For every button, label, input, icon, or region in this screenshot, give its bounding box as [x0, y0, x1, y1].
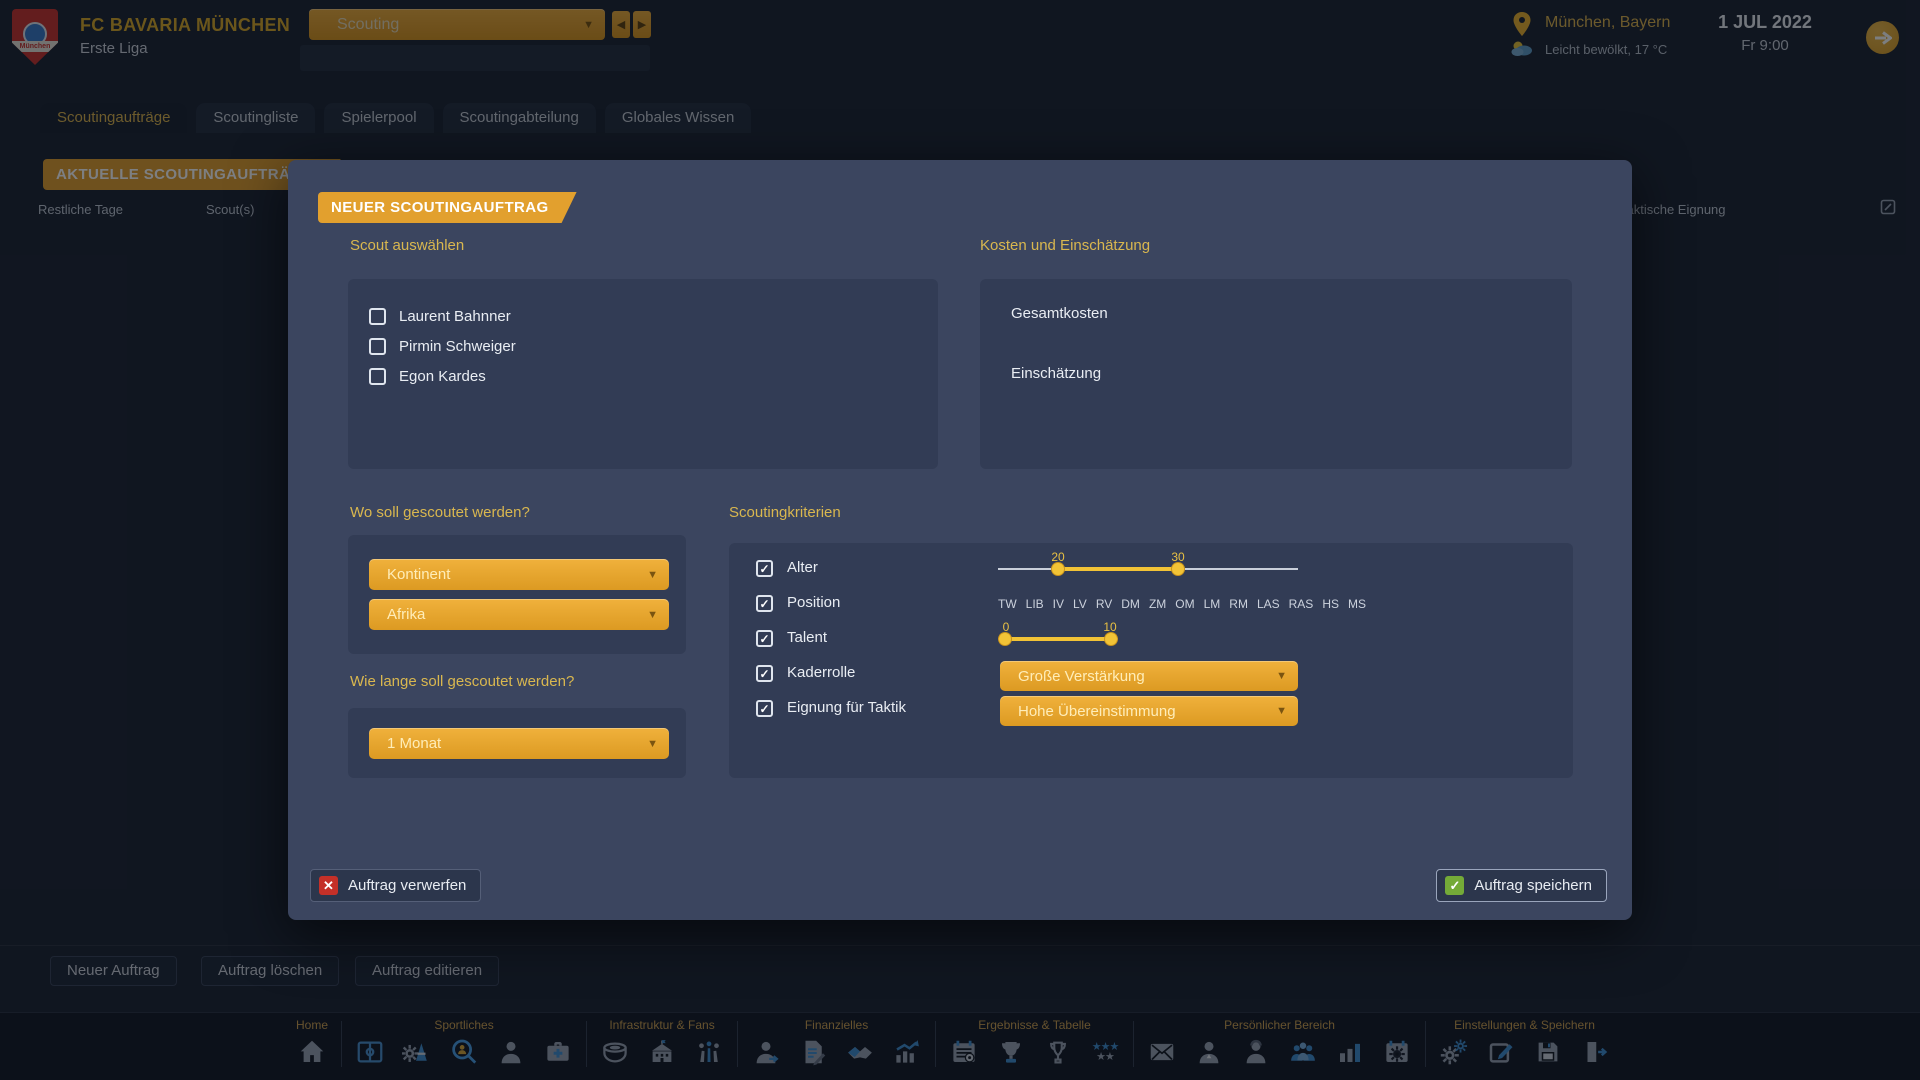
new-scouting-order-modal: NEUER SCOUTINGAUFTRAG Scout auswählen La… — [288, 160, 1632, 920]
scope-dropdown[interactable]: Kontinent ▼ — [369, 559, 669, 590]
scout-list-item[interactable]: Egon Kardes — [369, 361, 938, 391]
role-dropdown[interactable]: Große Verstärkung ▼ — [1000, 661, 1298, 691]
chevron-down-icon: ▼ — [647, 738, 658, 750]
talent-min-value: 0 — [1003, 620, 1010, 634]
position-option[interactable]: RV — [1096, 597, 1112, 611]
checkbox-checked-icon[interactable]: ✓ — [756, 595, 773, 612]
talent-max-handle[interactable] — [1104, 632, 1118, 646]
slider-active-range — [1058, 567, 1178, 571]
duration-section-heading: Wie lange soll gescoutet werden? — [350, 673, 574, 690]
chevron-down-icon: ▼ — [1276, 670, 1287, 682]
checkbox-checked-icon[interactable]: ✓ — [756, 665, 773, 682]
chevron-down-icon: ▼ — [647, 609, 658, 621]
where-panel: Kontinent ▼ Afrika ▼ — [348, 535, 686, 654]
region-value: Afrika — [387, 606, 425, 623]
checkbox-checked-icon[interactable]: ✓ — [756, 560, 773, 577]
scope-value: Kontinent — [387, 566, 450, 583]
chevron-down-icon: ▼ — [1276, 705, 1287, 717]
criteria-section-heading: Scoutingkriterien — [729, 504, 841, 521]
scout-list-item[interactable]: Pirmin Schweiger — [369, 331, 938, 361]
position-option[interactable]: HS — [1322, 597, 1339, 611]
cost-panel: Gesamtkosten Einschätzung — [980, 279, 1572, 469]
tactic-value: Hohe Übereinstimmung — [1018, 703, 1176, 720]
age-max-value: 30 — [1171, 550, 1184, 564]
save-order-button[interactable]: ✓ Auftrag speichern — [1436, 869, 1607, 902]
position-option[interactable]: OM — [1175, 597, 1194, 611]
talent-min-handle[interactable] — [998, 632, 1012, 646]
checkbox-unchecked-icon[interactable] — [369, 338, 386, 355]
age-max-handle[interactable] — [1171, 562, 1185, 576]
discard-order-button[interactable]: ✕ Auftrag verwerfen — [310, 869, 481, 902]
estimate-label: Einschätzung — [1011, 365, 1101, 382]
position-option[interactable]: TW — [998, 597, 1017, 611]
criteria-panel: ✓ Alter 20 30 ✓ Position TW LIB IV LV RV… — [729, 543, 1573, 778]
talent-criterion-label: Talent — [787, 629, 827, 646]
where-section-heading: Wo soll gescoutet werden? — [350, 504, 530, 521]
position-option[interactable]: LM — [1204, 597, 1221, 611]
cross-icon: ✕ — [319, 876, 338, 895]
region-dropdown[interactable]: Afrika ▼ — [369, 599, 669, 630]
checkbox-unchecked-icon[interactable] — [369, 308, 386, 325]
role-criterion-label: Kaderrolle — [787, 664, 855, 681]
role-value: Große Verstärkung — [1018, 668, 1145, 685]
scout-list-item[interactable]: Laurent Bahnner — [369, 301, 938, 331]
chevron-down-icon: ▼ — [647, 569, 658, 581]
save-order-label: Auftrag speichern — [1474, 877, 1592, 894]
tactic-criterion-label: Eignung für Taktik — [787, 699, 906, 716]
position-option[interactable]: DM — [1121, 597, 1140, 611]
total-cost-label: Gesamtkosten — [1011, 305, 1108, 322]
position-options: TW LIB IV LV RV DM ZM OM LM RM LAS RAS H… — [998, 597, 1366, 611]
duration-panel: 1 Monat ▼ — [348, 708, 686, 778]
tactic-dropdown[interactable]: Hohe Übereinstimmung ▼ — [1000, 696, 1298, 726]
checkbox-checked-icon[interactable]: ✓ — [756, 630, 773, 647]
position-option[interactable]: MS — [1348, 597, 1366, 611]
slider-active-range — [1002, 637, 1114, 641]
age-min-handle[interactable] — [1051, 562, 1065, 576]
position-option[interactable]: LV — [1073, 597, 1087, 611]
position-criterion-label: Position — [787, 594, 840, 611]
duration-value: 1 Monat — [387, 735, 441, 752]
scout-name: Egon Kardes — [399, 368, 486, 385]
talent-range-slider[interactable]: 0 10 — [998, 627, 1118, 651]
scout-list-panel: Laurent Bahnner Pirmin Schweiger Egon Ka… — [348, 279, 938, 469]
check-icon: ✓ — [1445, 876, 1464, 895]
age-min-value: 20 — [1051, 550, 1064, 564]
modal-title-badge: NEUER SCOUTINGAUFTRAG — [318, 192, 577, 223]
scout-name: Laurent Bahnner — [399, 308, 511, 325]
position-option[interactable]: RM — [1229, 597, 1248, 611]
position-option[interactable]: ZM — [1149, 597, 1166, 611]
cost-section-heading: Kosten und Einschätzung — [980, 237, 1150, 254]
scout-section-heading: Scout auswählen — [350, 237, 464, 254]
age-criterion-label: Alter — [787, 559, 818, 576]
position-option[interactable]: IV — [1053, 597, 1064, 611]
scout-name: Pirmin Schweiger — [399, 338, 516, 355]
discard-order-label: Auftrag verwerfen — [348, 877, 466, 894]
duration-dropdown[interactable]: 1 Monat ▼ — [369, 728, 669, 759]
app-root: München FC BAVARIA MÜNCHEN Erste Liga Sc… — [0, 0, 1920, 1080]
position-option[interactable]: RAS — [1289, 597, 1314, 611]
position-option[interactable]: LAS — [1257, 597, 1280, 611]
checkbox-checked-icon[interactable]: ✓ — [756, 700, 773, 717]
talent-max-value: 10 — [1103, 620, 1116, 634]
position-option[interactable]: LIB — [1026, 597, 1044, 611]
age-range-slider[interactable]: 20 30 — [998, 557, 1298, 581]
checkbox-unchecked-icon[interactable] — [369, 368, 386, 385]
